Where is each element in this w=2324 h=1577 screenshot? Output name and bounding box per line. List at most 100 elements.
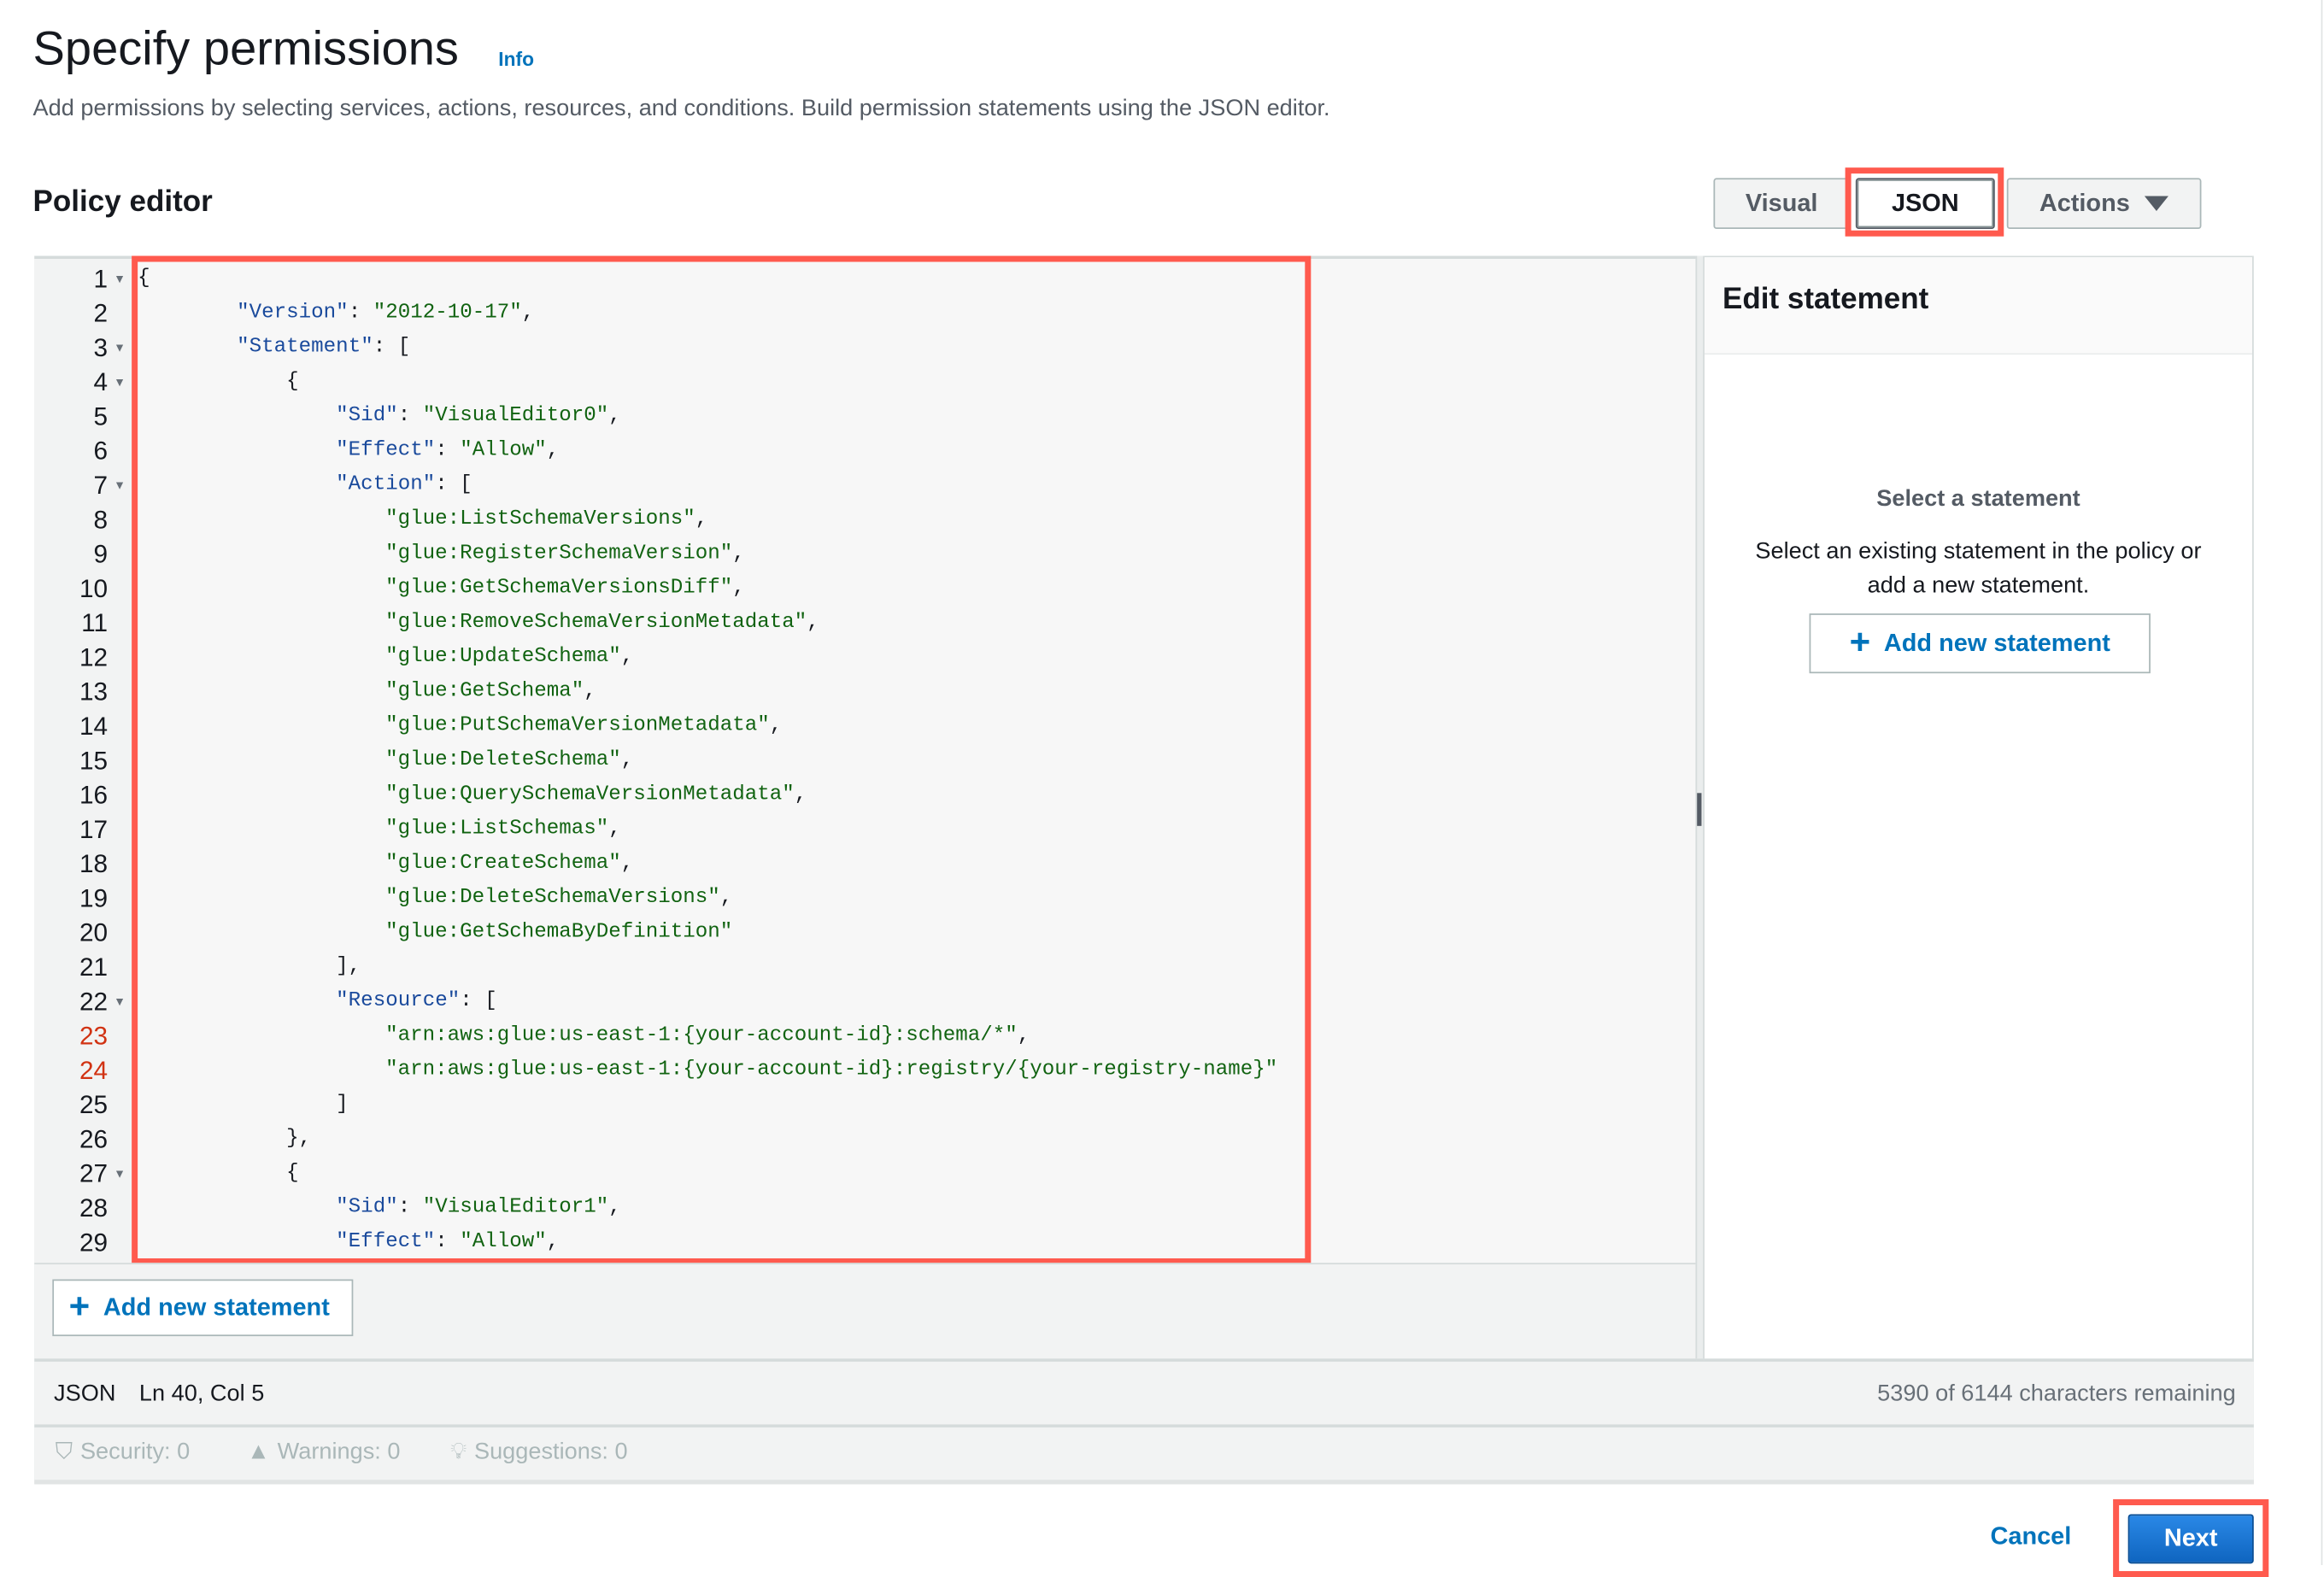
line-number: 21 — [79, 953, 109, 982]
line-number: 12 — [79, 643, 109, 672]
actions-dropdown[interactable]: Actions — [2006, 178, 2202, 229]
line-number: 9 — [93, 540, 109, 569]
plus-icon: + — [68, 1287, 91, 1328]
page-edge-divider — [2321, 0, 2323, 1566]
fold-arrow-icon[interactable]: ▼ — [114, 331, 126, 365]
cancel-button[interactable]: Cancel — [1990, 1523, 2071, 1551]
line-number: 24 — [79, 1056, 109, 1085]
warnings-count[interactable]: ▲ Warnings: 0 — [247, 1439, 400, 1467]
code-line: "Effect": "Allow", — [336, 439, 560, 463]
line-number: 17 — [79, 815, 109, 844]
line-number: 14 — [79, 712, 109, 741]
code-line: "glue:ListSchemas", — [385, 818, 621, 841]
code-line: "Action": [ — [336, 474, 472, 497]
line-number: 15 — [79, 746, 109, 776]
line-number: 4 — [93, 367, 109, 397]
info-link[interactable]: Info — [498, 48, 534, 70]
code-line: ], — [138, 956, 361, 979]
editor-status-bar: JSON Ln 40, Col 5 5390 of 6144 character… — [34, 1358, 2254, 1428]
next-button[interactable]: Next — [2127, 1514, 2254, 1564]
fold-arrow-icon[interactable]: ▼ — [114, 262, 126, 296]
policy-editor-title: Policy editor — [32, 185, 213, 219]
code-line: }, — [138, 1128, 312, 1151]
code-line: "glue:GetSchemaVersionsDiff", — [385, 577, 745, 601]
json-code-editor[interactable]: 1 ▼{2 "Version": "2012-10-17", 3 ▼ "Stateme… — [34, 255, 1696, 1263]
edit-statement-header: Edit statement — [1704, 257, 2253, 355]
validation-bar: ⛉ Security: 0 ▲ Warnings: 0 💡︎ Suggestions:… — [34, 1427, 2254, 1485]
line-number: 13 — [79, 677, 109, 706]
edit-statement-panel: Edit statement Select a statement Select… — [1704, 257, 2253, 1359]
line-number: 22 — [79, 987, 109, 1017]
warning-icon: ▲ — [246, 1439, 270, 1465]
line-number: 7 — [93, 471, 109, 501]
code-line: "Version": "2012-10-17", — [237, 302, 535, 325]
line-number: 3 — [93, 333, 109, 362]
suggestions-label: Suggestions: 0 — [473, 1439, 628, 1465]
code-line: "glue:RemoveSchemaVersionMetadata", — [385, 612, 819, 635]
line-number: 16 — [79, 781, 109, 810]
code-line: "glue:UpdateSchema", — [385, 646, 634, 669]
editor-mode: JSON — [54, 1381, 116, 1407]
page-title: Specify permissions — [32, 21, 459, 75]
tab-json[interactable]: JSON — [1855, 178, 1995, 229]
code-line: "glue:PutSchemaVersionMetadata", — [385, 715, 783, 738]
empty-state-title: Select a statement — [1876, 486, 2080, 513]
panel-add-new-statement-button[interactable]: + Add new statement — [1809, 613, 2151, 674]
code-line: "glue:GetSchema", — [385, 680, 596, 704]
cursor-position: Ln 40, Col 5 — [138, 1381, 265, 1407]
line-number: 10 — [79, 574, 109, 603]
fold-arrow-icon[interactable]: ▼ — [114, 468, 126, 502]
line-number: 18 — [79, 849, 109, 879]
code-line: "Resource": [ — [336, 990, 497, 1013]
code-line: "glue:RegisterSchemaVersion", — [385, 542, 745, 566]
plus-icon: + — [1849, 622, 1871, 663]
code-line: "glue:GetSchemaByDefinition" — [385, 921, 733, 945]
specify-permissions-page: Specify permissions Info Add permissions… — [0, 0, 2324, 1577]
fold-arrow-icon[interactable]: ▼ — [114, 984, 126, 1018]
line-number: 5 — [93, 402, 109, 431]
code-line: "Sid": "VisualEditor1", — [336, 1197, 621, 1220]
code-line: "glue:ListSchemaVersions", — [385, 508, 708, 531]
line-number: 23 — [79, 1022, 109, 1051]
caret-down-icon — [2145, 196, 2169, 211]
line-number: 28 — [79, 1193, 109, 1222]
code-line: "glue:CreateSchema", — [385, 853, 634, 876]
code-line: "Sid": "VisualEditor0", — [336, 405, 621, 428]
add-new-statement-button[interactable]: + Add new statement — [52, 1279, 354, 1337]
characters-remaining: 5390 of 6144 characters remaining — [1877, 1381, 2236, 1407]
code-line: "Effect": "Allow", — [336, 1231, 560, 1254]
line-number: 29 — [79, 1228, 109, 1257]
edit-statement-title: Edit statement — [1722, 283, 1929, 316]
line-number: 11 — [81, 608, 109, 638]
fold-arrow-icon[interactable]: ▼ — [114, 365, 126, 399]
fold-arrow-icon[interactable]: ▼ — [114, 1157, 126, 1191]
code-line: "glue:DeleteSchemaVersions", — [385, 887, 733, 910]
code-line: "glue:QuerySchemaVersionMetadata", — [385, 783, 807, 807]
line-number: 25 — [79, 1090, 109, 1120]
security-label: Security: 0 — [79, 1439, 191, 1465]
suggestions-count[interactable]: 💡︎ Suggestions: 0 — [450, 1439, 627, 1467]
shield-icon: ⛉ — [55, 1439, 73, 1465]
empty-state-line-1: Select an existing statement in the poli… — [1755, 538, 2202, 565]
line-number: 8 — [93, 506, 109, 535]
code-line: "arn:aws:glue:us-east-1:{your-account-id… — [385, 1059, 1278, 1082]
warnings-label: Warnings: 0 — [277, 1439, 401, 1465]
empty-state-line-2: add a new statement. — [1867, 572, 2090, 599]
line-number: 20 — [79, 918, 109, 947]
code-line: { — [138, 1162, 299, 1186]
splitter-grip-icon[interactable] — [1697, 793, 1702, 826]
tab-visual[interactable]: Visual — [1713, 178, 1850, 229]
line-number: 26 — [79, 1125, 109, 1154]
code-line: ] — [138, 1093, 349, 1117]
line-number: 27 — [79, 1159, 109, 1188]
code-line: "arn:aws:glue:us-east-1:{your-account-id… — [385, 1024, 1030, 1048]
add-new-statement-label: Add new statement — [103, 1293, 330, 1321]
code-line: "Statement": [ — [237, 337, 411, 360]
editor-bottom-bar: + Add new statement — [34, 1263, 1696, 1359]
code-line: { — [138, 371, 299, 394]
line-number: 2 — [93, 299, 109, 328]
security-count[interactable]: ⛉ Security: 0 — [56, 1439, 190, 1467]
panel-add-new-statement-label: Add new statement — [1883, 629, 2110, 657]
line-number: 6 — [93, 437, 109, 466]
line-number: 1 — [93, 265, 109, 294]
